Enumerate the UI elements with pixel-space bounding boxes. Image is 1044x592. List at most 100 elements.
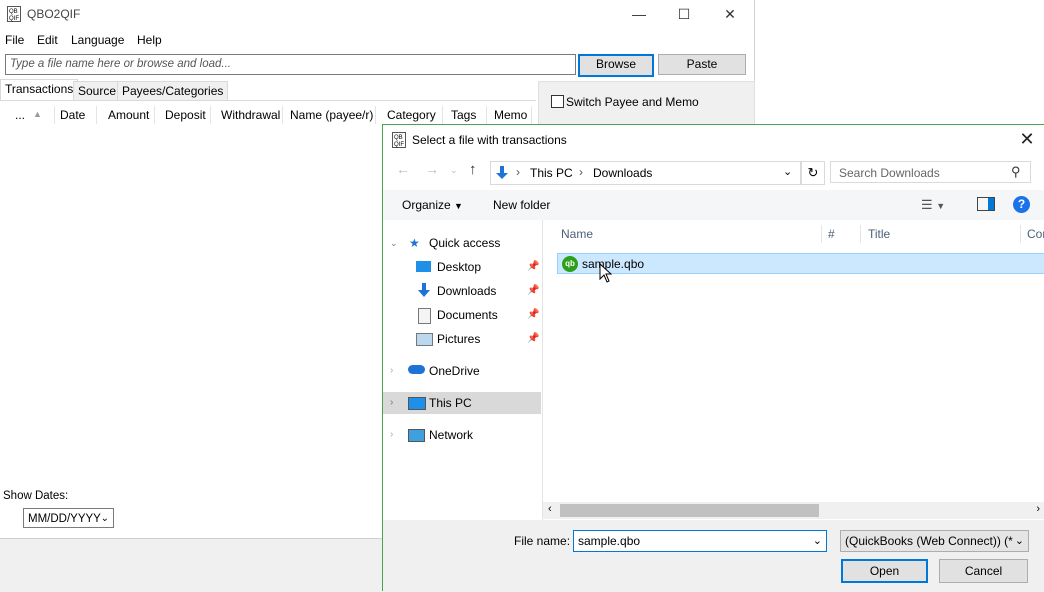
date-format-value: MM/DD/YYYY: [28, 513, 101, 525]
column-select[interactable]: ... ▲: [0, 106, 55, 124]
file-name-label: File name:: [514, 534, 571, 548]
network-icon: [408, 429, 425, 442]
nav-documents-label: Documents: [437, 308, 498, 322]
window-title: QBO2QIF: [27, 7, 81, 21]
organize-button[interactable]: Organize ▼: [402, 198, 463, 212]
chevron-right-icon: ›: [390, 397, 394, 408]
pin-icon: 📌: [527, 309, 540, 320]
up-icon[interactable]: ↑: [469, 161, 477, 178]
minimize-button[interactable]: —: [616, 0, 662, 28]
file-name-field[interactable]: sample.qbo ⌄: [573, 530, 827, 552]
svg-text:QB: QB: [394, 135, 403, 141]
list-column-title[interactable]: Title: [861, 225, 1021, 243]
tab-source[interactable]: Source: [73, 81, 122, 100]
nav-pictures[interactable]: Pictures 📌: [383, 328, 541, 350]
column-deposit[interactable]: Deposit: [155, 106, 211, 124]
tab-transactions[interactable]: Transactions: [0, 79, 79, 101]
preview-pane-icon[interactable]: [977, 197, 995, 211]
pin-icon: 📌: [527, 261, 540, 272]
app-icon: QB QIF: [7, 6, 21, 22]
open-button[interactable]: Open: [841, 559, 928, 583]
quickbooks-icon: qb: [562, 256, 578, 272]
nav-this-pc[interactable]: › This PC: [383, 392, 541, 414]
chevron-down-icon[interactable]: ⌄: [783, 165, 792, 178]
column-tags[interactable]: Tags: [443, 106, 487, 124]
date-format-select[interactable]: MM/DD/YYYY ⌄: [23, 508, 114, 528]
new-folder-button[interactable]: New folder: [493, 198, 550, 212]
menu-edit[interactable]: Edit: [37, 33, 58, 47]
navigation-pane: ⌄ ★ Quick access Desktop 📌 Downloads 📌 D…: [383, 220, 541, 520]
chevron-right-icon: ›: [390, 365, 394, 376]
close-button[interactable]: ✕: [707, 0, 753, 28]
nav-onedrive[interactable]: › OneDrive: [383, 360, 541, 382]
column-name[interactable]: Name (payee/r): [283, 106, 376, 124]
svg-text:QIF: QIF: [9, 16, 19, 22]
chevron-down-icon[interactable]: ⌄: [813, 531, 822, 551]
refresh-icon[interactable]: ↻: [801, 161, 825, 185]
column-memo[interactable]: Memo: [487, 106, 532, 124]
nav-quick-access[interactable]: ⌄ ★ Quick access: [383, 232, 541, 254]
switch-payee-memo-checkbox[interactable]: [551, 95, 564, 108]
menu-language[interactable]: Language: [71, 33, 124, 47]
column-date[interactable]: Date: [55, 106, 97, 124]
star-icon: ★: [409, 236, 420, 250]
nav-this-pc-label: This PC: [429, 396, 472, 410]
menu-help[interactable]: Help: [137, 33, 162, 47]
breadcrumb-separator: ›: [516, 165, 520, 179]
file-row-sample-qbo[interactable]: qb sample.qbo: [557, 253, 1044, 274]
picture-icon: [416, 333, 433, 346]
scroll-left-icon[interactable]: ‹: [548, 503, 552, 515]
svg-text:QB: QB: [9, 9, 18, 15]
nav-network[interactable]: › Network: [383, 424, 541, 446]
caret-down-icon: ▼: [454, 201, 463, 211]
forward-icon[interactable]: →: [425, 161, 439, 177]
menu-file[interactable]: File: [5, 33, 24, 47]
cancel-button[interactable]: Cancel: [939, 559, 1028, 583]
list-column-name[interactable]: Name: [557, 225, 822, 243]
dialog-close-icon[interactable]: ✕: [1010, 125, 1044, 154]
file-path-input[interactable]: Type a file name here or browse and load…: [5, 54, 576, 75]
scrollbar-thumb[interactable]: [560, 504, 819, 517]
file-type-select[interactable]: (QuickBooks (Web Connect)) (* ⌄: [840, 530, 1029, 552]
breadcrumb-downloads[interactable]: Downloads: [593, 166, 652, 180]
nav-pictures-label: Pictures: [437, 332, 481, 346]
file-name-value: sample.qbo: [578, 534, 641, 548]
horizontal-scrollbar[interactable]: ‹ ›: [543, 502, 1044, 519]
nav-downloads[interactable]: Downloads 📌: [383, 280, 541, 302]
back-icon[interactable]: ←: [396, 161, 410, 177]
paste-button[interactable]: Paste: [658, 54, 746, 75]
file-name-text: sample.qbo: [582, 257, 645, 271]
chevron-down-icon: ⌄: [1014, 531, 1024, 551]
column-withdrawal[interactable]: Withdrawal: [211, 106, 283, 124]
maximize-button[interactable]: ☐: [661, 0, 707, 28]
help-icon[interactable]: ?: [1013, 196, 1030, 213]
view-options-icon[interactable]: ☰ ▼: [921, 197, 945, 213]
dialog-title: Select a file with transactions: [412, 133, 567, 147]
dialog-app-icon: QB QIF: [392, 132, 406, 148]
cloud-icon: [408, 365, 425, 374]
scroll-right-icon[interactable]: ›: [1036, 503, 1040, 515]
nav-onedrive-label: OneDrive: [429, 364, 480, 378]
tab-divider: [0, 100, 536, 101]
desktop-icon: [416, 261, 431, 272]
column-category[interactable]: Category: [381, 106, 443, 124]
address-bar[interactable]: › This PC › Downloads ⌄: [490, 161, 801, 185]
column-amount[interactable]: Amount: [97, 106, 155, 124]
search-input[interactable]: Search Downloads: [830, 161, 1031, 183]
file-type-value: (QuickBooks (Web Connect)) (*: [845, 534, 1013, 548]
nav-desktop[interactable]: Desktop 📌: [383, 256, 541, 278]
downloads-location-icon: [494, 165, 510, 181]
nav-desktop-label: Desktop: [437, 260, 482, 274]
browse-button[interactable]: Browse: [578, 54, 654, 77]
organize-label: Organize: [402, 198, 451, 212]
sort-up-icon: ▲: [33, 109, 42, 119]
chevron-down-icon: ⌄: [100, 513, 109, 524]
list-column-contributing[interactable]: Con: [1021, 225, 1044, 243]
nav-network-label: Network: [429, 428, 474, 442]
list-column-number[interactable]: #: [822, 225, 861, 243]
breadcrumb-this-pc[interactable]: This PC: [530, 166, 573, 180]
tab-payees-categories[interactable]: Payees/Categories: [117, 81, 229, 100]
column-dots: ...: [15, 108, 26, 122]
nav-documents[interactable]: Documents 📌: [383, 304, 541, 326]
recent-locations-icon[interactable]: ⌄: [450, 165, 458, 176]
